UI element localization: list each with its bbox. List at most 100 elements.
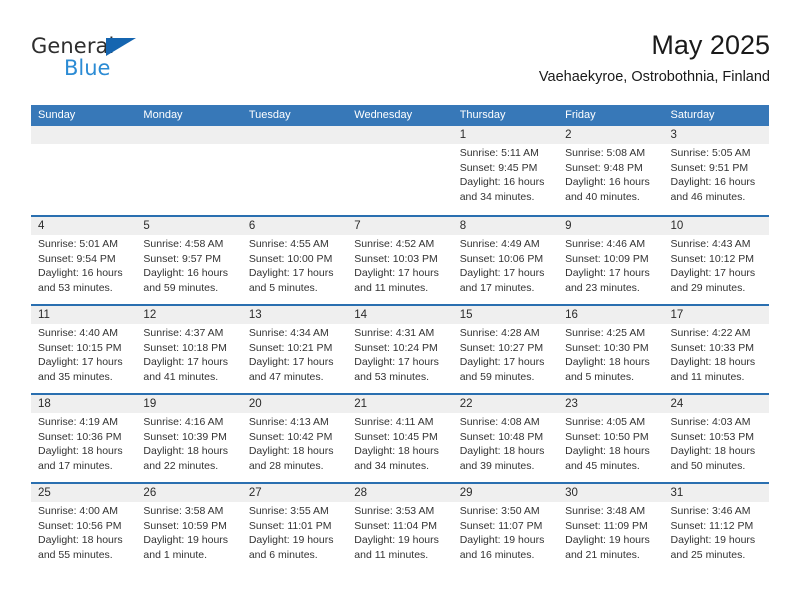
day-info-line: Sunset: 10:21 PM	[248, 341, 333, 354]
day-cell-6[interactable]: 6 Sunrise: 4:55 AM Sunset: 10:00 PM Dayligh…	[242, 217, 347, 304]
day-info-line: and 5 minutes.	[565, 370, 634, 383]
day-number: 24	[670, 398, 684, 410]
day-info-line: Sunrise: 5:11 AM	[459, 147, 539, 159]
day-number: 15	[459, 309, 473, 321]
day-cell-15[interactable]: 15 Sunrise: 4:28 AM Sunset: 10:27 PM Daylig…	[453, 306, 558, 393]
day-sun-info: Sunrise: 4:05 AM Sunset: 10:50 PM Daylight…	[565, 415, 660, 473]
day-number: 3	[670, 129, 677, 141]
day-sun-info: Sunrise: 4:11 AM Sunset: 10:45 PM Daylight…	[354, 415, 449, 473]
day-cell-16[interactable]: 16 Sunrise: 4:25 AM Sunset: 10:30 PM Daylig…	[558, 306, 663, 393]
weekday-header-saturday: Saturday	[670, 109, 715, 121]
day-info-line: Sunrise: 3:46 AM	[670, 505, 751, 517]
day-cell-7[interactable]: 7 Sunrise: 4:52 AM Sunset: 10:03 PM Dayligh…	[347, 217, 452, 304]
day-cell-3[interactable]: 3 Sunrise: 5:05 AM Sunset: 9:51 PM Daylight…	[664, 126, 769, 215]
day-info-line: Daylight: 19 hours	[248, 534, 334, 547]
day-cell-4[interactable]: 4 Sunrise: 5:01 AM Sunset: 9:54 PM Daylight…	[31, 217, 136, 304]
day-info-line: Sunrise: 3:55 AM	[248, 505, 329, 517]
day-info-line: and 25 minutes.	[670, 548, 746, 561]
weekday-header-monday: Monday	[143, 109, 183, 121]
day-sun-info: Sunrise: 3:55 AM Sunset: 11:01 PM Daylight…	[249, 504, 344, 562]
day-cell-11[interactable]: 11 Sunrise: 4:40 AM Sunset: 10:15 PM Daylig…	[31, 306, 136, 393]
day-cell-8[interactable]: 8 Sunrise: 4:49 AM Sunset: 10:06 PM Dayligh…	[453, 217, 558, 304]
day-number	[143, 126, 238, 144]
week-cells: 4 Sunrise: 5:01 AM Sunset: 9:54 PM Daylight…	[31, 217, 769, 304]
weekday-header-row: Sunday Monday Tuesday Wednesday Thursday Frid…	[31, 105, 769, 126]
day-cell-30[interactable]: 30 Sunrise: 3:48 AM Sunset: 11:09 PM Daylig…	[558, 484, 663, 571]
day-info-line: Sunrise: 4:46 AM	[565, 238, 646, 250]
day-cell-26[interactable]: 26 Sunrise: 3:58 AM Sunset: 10:59 PM Daylig…	[136, 484, 241, 571]
day-number: 29	[459, 487, 473, 499]
day-info-line: and 23 minutes.	[565, 281, 640, 294]
page-title: May 2025	[651, 30, 770, 60]
day-cell-20[interactable]: 20 Sunrise: 4:13 AM Sunset: 10:42 PM Daylig…	[242, 395, 347, 482]
day-info-line: Sunrise: 4:43 AM	[670, 238, 751, 250]
day-number: 16	[565, 309, 578, 321]
day-info-line: and 53 minutes.	[354, 370, 429, 383]
day-info-line: Daylight: 18 hours	[248, 445, 334, 458]
day-info-line: and 21 minutes.	[565, 548, 640, 561]
day-info-line: Daylight: 18 hours	[143, 445, 229, 458]
day-info-line: Daylight: 18 hours	[670, 356, 756, 369]
day-info-line: Daylight: 17 hours	[143, 356, 229, 369]
weekday-header-friday: Friday	[565, 109, 596, 121]
day-cell-13[interactable]: 13 Sunrise: 4:34 AM Sunset: 10:21 PM Daylig…	[242, 306, 347, 393]
day-info-line: Daylight: 19 hours	[670, 534, 756, 547]
day-cell-1[interactable]: 1 Sunrise: 5:11 AM Sunset: 9:45 PM Daylight…	[453, 126, 558, 215]
day-info-line: Sunset: 11:07 PM	[459, 519, 543, 532]
day-sun-info: Sunrise: 4:40 AM Sunset: 10:15 PM Daylight…	[38, 326, 133, 384]
logo-text-general: General	[31, 34, 115, 58]
day-info-line: Sunrise: 4:31 AM	[354, 327, 435, 339]
day-cell-12[interactable]: 12 Sunrise: 4:37 AM Sunset: 10:18 PM Daylig…	[136, 306, 241, 393]
calendar-week-row: 4 Sunrise: 5:01 AM Sunset: 9:54 PM Daylight…	[31, 215, 769, 304]
day-sun-info: Sunrise: 4:25 AM Sunset: 10:30 PM Daylight…	[565, 326, 660, 384]
day-cell-19[interactable]: 19 Sunrise: 4:16 AM Sunset: 10:39 PM Daylig…	[136, 395, 241, 482]
day-info-line: and 50 minutes.	[670, 459, 746, 472]
day-info-line: and 55 minutes.	[38, 548, 113, 561]
day-cell-24[interactable]: 24 Sunrise: 4:03 AM Sunset: 10:53 PM Daylig…	[664, 395, 769, 482]
day-cell-25[interactable]: 25 Sunrise: 4:00 AM Sunset: 10:56 PM Daylig…	[31, 484, 136, 571]
day-info-line: Sunrise: 3:50 AM	[459, 505, 540, 517]
day-info-line: Daylight: 16 hours	[459, 176, 545, 189]
day-cell-9[interactable]: 9 Sunrise: 4:46 AM Sunset: 10:09 PM Dayligh…	[558, 217, 663, 304]
day-cell-28[interactable]: 28 Sunrise: 3:53 AM Sunset: 11:04 PM Daylig…	[347, 484, 452, 571]
day-info-line: Sunrise: 4:58 AM	[143, 238, 224, 250]
day-cell-23[interactable]: 23 Sunrise: 4:05 AM Sunset: 10:50 PM Daylig…	[558, 395, 663, 482]
calendar-grid: Sunday Monday Tuesday Wednesday Thursday Frid…	[31, 105, 769, 571]
day-cell-22[interactable]: 22 Sunrise: 4:08 AM Sunset: 10:48 PM Daylig…	[453, 395, 558, 482]
day-number: 25	[38, 487, 51, 499]
day-cell-2[interactable]: 2 Sunrise: 5:08 AM Sunset: 9:48 PM Daylight…	[558, 126, 663, 215]
day-sun-info: Sunrise: 4:00 AM Sunset: 10:56 PM Daylight…	[38, 504, 133, 562]
day-sun-info: Sunrise: 5:05 AM Sunset: 9:51 PM Daylight:…	[671, 146, 766, 204]
day-cell-29[interactable]: 29 Sunrise: 3:50 AM Sunset: 11:07 PM Daylig…	[453, 484, 558, 571]
weekday-header-sunday: Sunday	[38, 109, 76, 121]
day-sun-info: Sunrise: 4:52 AM Sunset: 10:03 PM Daylight…	[354, 237, 449, 295]
day-cell-27[interactable]: 27 Sunrise: 3:55 AM Sunset: 11:01 PM Daylig…	[242, 484, 347, 571]
day-info-line: and 53 minutes.	[38, 281, 113, 294]
day-info-line: and 5 minutes.	[248, 281, 318, 294]
day-info-line: Daylight: 17 hours	[248, 267, 334, 280]
day-cell-10[interactable]: 10 Sunrise: 4:43 AM Sunset: 10:12 PM Daylig…	[664, 217, 769, 304]
day-info-line: Sunrise: 4:00 AM	[38, 505, 118, 517]
day-sun-info: Sunrise: 3:58 AM Sunset: 10:59 PM Daylight…	[143, 504, 238, 562]
day-info-line: Sunrise: 4:49 AM	[459, 238, 540, 250]
day-info-line: Sunset: 10:56 PM	[38, 519, 122, 532]
day-number: 8	[459, 220, 467, 232]
day-info-line: Daylight: 18 hours	[354, 445, 439, 458]
day-info-line: and 1 minute.	[143, 548, 208, 561]
day-cell-21[interactable]: 21 Sunrise: 4:11 AM Sunset: 10:45 PM Daylig…	[347, 395, 452, 482]
day-cell-17[interactable]: 17 Sunrise: 4:22 AM Sunset: 10:33 PM Daylig…	[664, 306, 769, 393]
day-info-line: Sunset: 9:45 PM	[459, 161, 538, 174]
calendar-week-row: 18 Sunrise: 4:19 AM Sunset: 10:36 PM Daylig…	[31, 393, 769, 482]
day-info-line: and 11 minutes.	[670, 370, 745, 383]
day-info-line: Sunset: 11:04 PM	[354, 519, 437, 532]
day-cell-14[interactable]: 14 Sunrise: 4:31 AM Sunset: 10:24 PM Daylig…	[347, 306, 452, 393]
title-block: May 2025 Vaehaekyroe, Ostrobothnia, Finl…	[539, 28, 770, 86]
day-info-line: Daylight: 19 hours	[459, 534, 545, 547]
day-cell-31[interactable]: 31 Sunrise: 3:46 AM Sunset: 11:12 PM Daylig…	[664, 484, 769, 571]
day-cell-18[interactable]: 18 Sunrise: 4:19 AM Sunset: 10:36 PM Daylig…	[31, 395, 136, 482]
day-cell-5[interactable]: 5 Sunrise: 4:58 AM Sunset: 9:57 PM Daylight…	[136, 217, 241, 304]
day-number: 2	[565, 129, 572, 141]
day-info-line: Sunrise: 4:03 AM	[670, 416, 751, 428]
general-blue-logo[interactable]: General Blue	[31, 34, 161, 88]
day-sun-info: Sunrise: 4:19 AM Sunset: 10:36 PM Daylight…	[38, 415, 133, 473]
